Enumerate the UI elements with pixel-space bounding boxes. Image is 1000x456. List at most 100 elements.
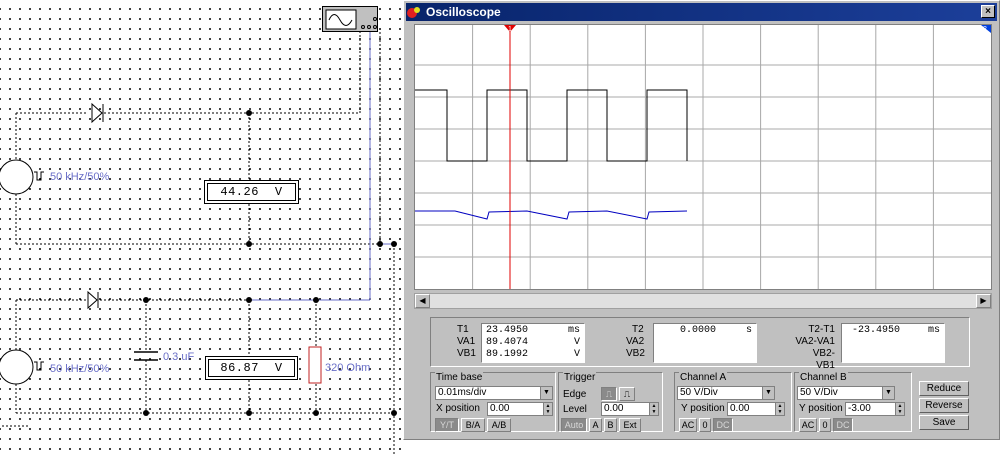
channel-a-title: Channel A xyxy=(679,372,728,383)
trigger-ext-button[interactable]: Ext xyxy=(619,418,641,432)
dt-value: -23.4950 xyxy=(852,325,901,336)
delta-readout: -23.4950 ms xyxy=(841,323,945,363)
circuit-wires xyxy=(0,32,397,456)
scroll-left-icon[interactable]: ◀ xyxy=(415,294,430,308)
chevron-down-icon: ▼ xyxy=(540,387,552,399)
timebase-select[interactable]: 0.01ms/div ▼ xyxy=(435,386,553,400)
t2-label: T2 xyxy=(632,324,644,335)
voltmeter-2[interactable]: 86.87 V xyxy=(205,356,298,380)
channel-b-ac-button[interactable]: AC xyxy=(799,418,817,432)
channel-a-trace xyxy=(415,89,688,162)
spinner-icon[interactable]: ▲ ▼ xyxy=(649,403,658,415)
trigger-title: Trigger xyxy=(563,372,597,383)
mode-yt-button[interactable]: Y/T xyxy=(435,418,459,432)
vb1-label: VB1 xyxy=(457,348,476,359)
mode-ab-button[interactable]: A/B xyxy=(487,418,511,432)
close-icon[interactable]: × xyxy=(981,5,995,18)
app-root: 50 kHz/50% 50 kHz/50% 0.3 uF 320 Ohm 44.… xyxy=(0,0,1000,456)
edge-rising-icon[interactable]: ⎍ xyxy=(601,387,617,401)
diode-icon[interactable] xyxy=(91,102,104,124)
time-scrollbar[interactable]: ◀ ▶ xyxy=(414,293,992,309)
voltmeter-1[interactable]: 44.26 V xyxy=(204,180,299,204)
t2-unit: s xyxy=(745,325,752,336)
t2-readout: 0.0000 s xyxy=(653,323,757,363)
scope-plot: 1 2 xyxy=(415,25,991,289)
channel-b-dc-button[interactable]: DC xyxy=(833,418,853,432)
resistor-label: 320 Ohm xyxy=(325,362,371,374)
t2-value: 0.0000 xyxy=(680,325,717,336)
voltmeter-1-unit: V xyxy=(274,185,283,199)
channel-a-zero-button[interactable]: 0 xyxy=(699,418,711,432)
title-bar[interactable]: Oscilloscope × xyxy=(406,3,997,21)
dva-label: VA2-VA1 xyxy=(795,336,835,347)
trigger-level-input[interactable]: 0.00 ▲ ▼ xyxy=(601,402,659,416)
capacitor-label: 0.3 uF xyxy=(163,351,195,363)
voltmeter-2-value: 86.87 xyxy=(220,361,259,375)
trigger-a-button[interactable]: A xyxy=(589,418,602,432)
source2-label: 50 kHz/50% xyxy=(50,363,110,375)
trigger-auto-button[interactable]: Auto xyxy=(561,418,587,432)
va1-unit: V xyxy=(573,337,580,348)
t1-unit: ms xyxy=(567,325,580,336)
schematic-canvas[interactable]: 50 kHz/50% 50 kHz/50% 0.3 uF 320 Ohm 44.… xyxy=(0,0,403,456)
ac-source-icon[interactable] xyxy=(0,159,44,195)
ac-source-icon[interactable] xyxy=(0,349,44,385)
timebase-title: Time base xyxy=(435,372,484,383)
channel-b-group: Channel B 50 V/Div ▼ Y position -3.00 ▲ ▼ A… xyxy=(794,372,912,432)
oscilloscope-icon[interactable] xyxy=(322,6,378,32)
cursor-1-label: 1 xyxy=(508,26,512,33)
dt-unit: ms xyxy=(927,325,940,336)
trigger-b-button[interactable]: B xyxy=(604,418,617,432)
channel-a-scale-select[interactable]: 50 V/Div ▼ xyxy=(677,386,775,400)
trigger-level-label: Level xyxy=(563,404,587,415)
timebase-xpos-label: X position xyxy=(436,403,480,414)
window-title: Oscilloscope xyxy=(426,5,501,19)
source1-label: 50 kHz/50% xyxy=(50,171,110,183)
voltmeter-1-value: 44.26 xyxy=(220,185,259,199)
cursor-2-label: 2 xyxy=(983,26,987,33)
scope-display[interactable]: 1 2 xyxy=(414,24,992,290)
resistor-icon[interactable] xyxy=(308,346,322,384)
spinner-icon[interactable]: ▲ ▼ xyxy=(775,403,784,415)
scroll-right-icon[interactable]: ▶ xyxy=(976,294,991,308)
va1-label: VA1 xyxy=(457,336,476,347)
channel-a-dc-button[interactable]: DC xyxy=(713,418,733,432)
timebase-group: Time base 0.01ms/div ▼ X position 0.00 ▲ ▼ … xyxy=(430,372,556,432)
oscilloscope-app-icon xyxy=(407,7,420,18)
dvb-label: VB2-VB1 xyxy=(812,348,835,371)
spinner-icon[interactable]: ▲ ▼ xyxy=(895,403,904,415)
t1-readout: 23.4950 ms 89.4074 V 89.1992 V xyxy=(481,323,585,363)
edge-falling-icon[interactable]: ⎍ xyxy=(619,387,635,401)
chevron-down-icon: ▼ xyxy=(882,387,894,399)
spinner-icon[interactable]: ▲ ▼ xyxy=(543,403,552,415)
timebase-xpos-input[interactable]: 0.00 ▲ ▼ xyxy=(487,402,553,416)
channel-b-scale-select[interactable]: 50 V/Div ▼ xyxy=(797,386,895,400)
oscilloscope-window: Oscilloscope × 1 2 ◀ ▶ T1 VA1 VB1 23.495… xyxy=(403,0,1000,440)
vb1-value: 89.1992 xyxy=(486,349,529,360)
channel-b-ypos-input[interactable]: -3.00 ▲ ▼ xyxy=(845,402,905,416)
channel-b-ypos-label: Y position xyxy=(799,403,843,414)
trigger-group: Trigger Edge ⎍ ⎍ Level 0.00 ▲ ▼ Auto A B E… xyxy=(558,372,663,432)
voltmeter-2-unit: V xyxy=(274,361,283,375)
channel-a-ypos-input[interactable]: 0.00 ▲ ▼ xyxy=(727,402,785,416)
chevron-down-icon: ▼ xyxy=(762,387,774,399)
vb2-label: VB2 xyxy=(626,348,645,359)
capacitor-icon[interactable] xyxy=(134,351,158,361)
cursor-readout-panel: T1 VA1 VB1 23.4950 ms 89.4074 V 89.1992 V T… xyxy=(430,317,970,371)
channel-b-title: Channel B xyxy=(799,372,848,383)
channel-b-zero-button[interactable]: 0 xyxy=(819,418,831,432)
dt-label: T2-T1 xyxy=(808,324,835,335)
reverse-button[interactable]: Reverse xyxy=(919,398,969,413)
trigger-edge-label: Edge xyxy=(563,389,587,400)
t1-value: 23.4950 xyxy=(486,325,529,336)
reduce-button[interactable]: Reduce xyxy=(919,381,969,396)
va2-label: VA2 xyxy=(626,336,645,347)
mode-ba-button[interactable]: B/A xyxy=(461,418,485,432)
vb1-unit: V xyxy=(573,349,580,360)
diode-icon[interactable] xyxy=(87,290,99,310)
va1-value: 89.4074 xyxy=(486,337,529,348)
save-button[interactable]: Save xyxy=(919,415,969,430)
channel-a-ac-button[interactable]: AC xyxy=(679,418,697,432)
t1-label: T1 xyxy=(457,324,469,335)
channel-a-ypos-label: Y position xyxy=(681,403,725,414)
